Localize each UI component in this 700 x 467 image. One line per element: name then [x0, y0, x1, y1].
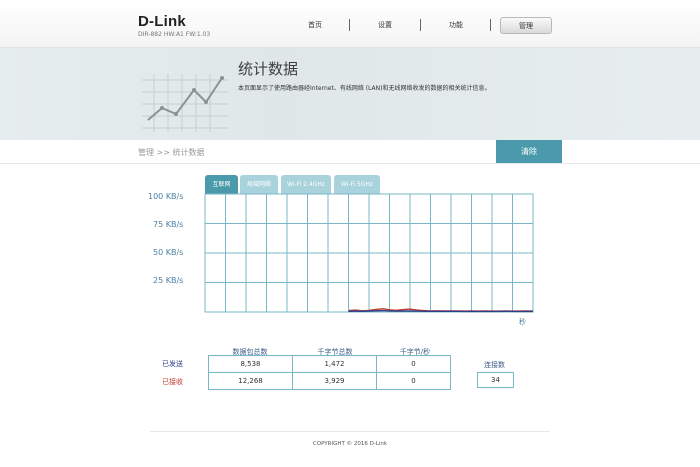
received-kilobytes: 3,929 [292, 372, 377, 390]
x-axis-label: 秒 [519, 318, 526, 326]
statistics-table: 8,538 1,472 0 12,268 3,929 0 [208, 355, 451, 390]
y-tick-label: 100 KB/s [148, 192, 184, 201]
sent-kbps: 0 [376, 355, 451, 373]
footer-divider [150, 431, 550, 432]
copyright: COPYRIGHT © 2016 D-Link [312, 441, 388, 447]
connections-label: 连接数 [484, 361, 505, 369]
sent-series-line [348, 309, 534, 313]
row-label-received: 已接收 [162, 378, 183, 386]
table-row-sent: 8,538 1,472 0 [208, 355, 451, 373]
sent-packets: 8,538 [208, 355, 293, 373]
page: D-Link DIR-882 HW:A1 FW:1.03 首页 设置 功能 管理 [0, 0, 700, 467]
row-label-sent: 已发送 [162, 360, 183, 368]
traffic-chart [204, 193, 534, 313]
received-packets: 12,268 [208, 372, 293, 390]
y-tick-label: 25 KB/s [153, 276, 184, 285]
table-row-received: 12,268 3,929 0 [208, 372, 451, 390]
sent-kilobytes: 1,472 [292, 355, 377, 373]
y-tick-label: 75 KB/s [153, 220, 184, 229]
received-kbps: 0 [376, 372, 451, 390]
connections-value: 34 [477, 372, 514, 388]
y-tick-label: 50 KB/s [153, 248, 184, 257]
